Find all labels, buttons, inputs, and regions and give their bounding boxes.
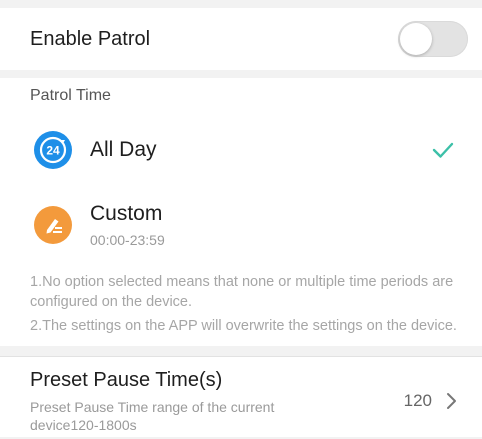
edit-icon (34, 206, 72, 244)
enable-patrol-toggle[interactable] (398, 21, 468, 57)
option-custom[interactable]: Custom 00:00-23:59 (0, 186, 482, 272)
top-strip (0, 0, 482, 8)
option-all-day[interactable]: 24 All Day (0, 114, 482, 186)
preset-pause-description: Preset Pause Time range of the current d… (30, 399, 275, 433)
note-1: 1.No option selected means that none or … (30, 274, 454, 310)
enable-patrol-label: Enable Patrol (30, 27, 151, 50)
clock-24-icon: 24 (34, 131, 72, 169)
patrol-time-heading: Patrol Time (30, 87, 111, 104)
patrol-time-section: Patrol Time 24 All Day Custom 00:00-23:5… (0, 78, 482, 346)
custom-time-range: 00:00-23:59 (90, 232, 165, 248)
all-day-label: All Day (90, 138, 157, 161)
note-2: 2.The settings on the APP will overwrite… (30, 318, 457, 334)
patrol-notes: 1.No option selected means that none or … (0, 272, 482, 336)
custom-label: Custom (90, 202, 163, 225)
toggle-knob (400, 23, 432, 55)
section-gap (0, 70, 482, 78)
all-day-text: All Day (90, 138, 430, 162)
chevron-right-icon (447, 393, 456, 409)
clock-24-icon-text: 24 (46, 144, 60, 158)
custom-text: Custom 00:00-23:59 (90, 202, 456, 248)
preset-pause-title: Preset Pause Time(s) (30, 369, 223, 391)
preset-pause-value-group: 120 (404, 389, 458, 413)
check-icon (432, 142, 454, 158)
preset-pause-row[interactable]: Preset Pause Time(s) Preset Pause Time r… (0, 357, 482, 437)
enable-patrol-row: Enable Patrol (0, 8, 482, 70)
preset-pause-text: Preset Pause Time(s) Preset Pause Time r… (30, 369, 300, 437)
preset-pause-value: 120 (403, 391, 432, 410)
